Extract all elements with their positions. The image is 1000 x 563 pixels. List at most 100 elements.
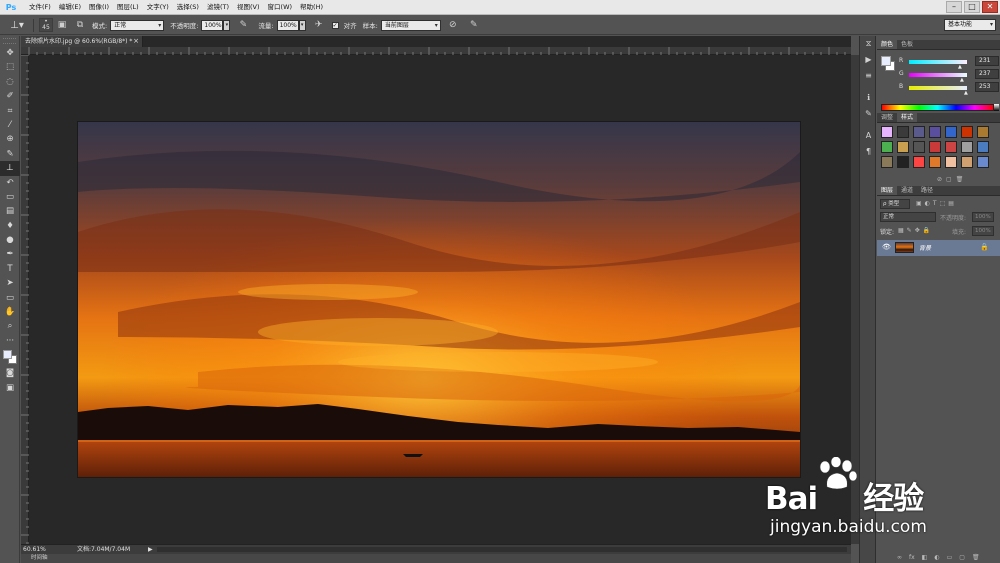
add-mask-icon[interactable]: ◧ bbox=[922, 554, 928, 561]
blue-slider[interactable] bbox=[909, 86, 967, 90]
quick-select-tool-icon[interactable]: ✐ bbox=[0, 89, 20, 103]
clone-stamp-preset-icon[interactable]: ⊥▾ bbox=[6, 18, 28, 33]
menu-view[interactable]: 视图(V) bbox=[233, 0, 264, 15]
tab-adjustments[interactable]: 调整 bbox=[877, 113, 897, 122]
style-swatch[interactable] bbox=[977, 141, 989, 153]
layer-row-background[interactable]: 👁 背景 🔒 bbox=[877, 240, 1000, 256]
blur-tool-icon[interactable]: ♦ bbox=[0, 219, 20, 233]
toolbox-grip[interactable] bbox=[3, 38, 16, 44]
paragraph-panel-icon[interactable]: ¶ bbox=[860, 144, 877, 160]
green-slider[interactable] bbox=[909, 73, 967, 77]
eyedropper-tool-icon[interactable]: ⁄ bbox=[0, 118, 20, 132]
quick-mask-icon[interactable]: ◙ bbox=[0, 366, 20, 380]
color-spectrum-bar[interactable] bbox=[881, 104, 994, 111]
info-panel-icon[interactable]: ℹ bbox=[860, 90, 877, 106]
timeline-label[interactable]: 时间轴 bbox=[31, 555, 48, 561]
shape-tool-icon[interactable]: ▭ bbox=[0, 291, 20, 305]
style-swatch[interactable] bbox=[897, 141, 909, 153]
style-swatch[interactable] bbox=[929, 141, 941, 153]
pressure-size-icon[interactable]: ✎ bbox=[468, 19, 480, 31]
style-swatch[interactable] bbox=[881, 156, 893, 168]
style-swatch[interactable] bbox=[961, 126, 973, 138]
brush-size-picker[interactable]: • 45 bbox=[39, 18, 53, 32]
properties-panel-icon[interactable]: ≡ bbox=[860, 68, 877, 84]
spectrum-black-white[interactable] bbox=[994, 104, 999, 111]
workspace-dropdown[interactable]: 基本功能 bbox=[944, 19, 996, 31]
crop-tool-icon[interactable]: ⌗ bbox=[0, 104, 20, 118]
hand-tool-icon[interactable]: ✋ bbox=[0, 305, 20, 319]
close-tab-icon[interactable]: × bbox=[133, 36, 139, 47]
history-panel-icon[interactable]: ⧖ bbox=[860, 36, 877, 52]
menu-type[interactable]: 文字(Y) bbox=[143, 0, 173, 15]
tab-styles[interactable]: 样式 bbox=[897, 113, 918, 122]
actions-panel-icon[interactable]: ▶ bbox=[860, 52, 877, 68]
tab-swatches[interactable]: 色板 bbox=[897, 40, 917, 49]
style-swatch[interactable] bbox=[929, 156, 941, 168]
delete-style-icon[interactable]: 🗑 bbox=[956, 176, 964, 183]
zoom-tool-icon[interactable]: ⌕ bbox=[0, 319, 20, 333]
new-layer-icon[interactable]: ▢ bbox=[959, 554, 965, 561]
new-style-icon[interactable]: ▢ bbox=[946, 176, 952, 183]
style-swatch[interactable] bbox=[945, 126, 957, 138]
style-swatch[interactable] bbox=[913, 126, 925, 138]
menu-layer[interactable]: 图层(L) bbox=[113, 0, 143, 15]
link-layers-icon[interactable]: ∞ bbox=[897, 554, 902, 561]
style-swatch[interactable] bbox=[961, 156, 973, 168]
style-swatch[interactable] bbox=[913, 141, 925, 153]
delete-layer-icon[interactable]: 🗑 bbox=[972, 554, 980, 561]
menu-file[interactable]: 文件(F) bbox=[25, 0, 55, 15]
menu-filter[interactable]: 滤镜(T) bbox=[203, 0, 233, 15]
color-panel-foreground-swatch[interactable] bbox=[881, 56, 891, 66]
fill-field[interactable]: 100% bbox=[972, 226, 994, 236]
blue-value-field[interactable]: 253 bbox=[975, 82, 999, 92]
path-select-tool-icon[interactable]: ➤ bbox=[0, 276, 20, 290]
minimize-button[interactable]: – bbox=[946, 1, 962, 13]
layer-lock-icon[interactable]: 🔒 bbox=[980, 243, 989, 251]
style-swatch[interactable] bbox=[881, 126, 893, 138]
menu-help[interactable]: 帮助(H) bbox=[296, 0, 327, 15]
style-swatch[interactable] bbox=[945, 156, 957, 168]
ignore-adjustment-icon[interactable]: ⊘ bbox=[447, 19, 459, 31]
tool-more-icon[interactable]: ··· bbox=[0, 334, 20, 348]
tab-layers[interactable]: 图层 bbox=[877, 186, 898, 195]
menu-select[interactable]: 选择(S) bbox=[173, 0, 203, 15]
type-tool-icon[interactable]: T bbox=[0, 262, 20, 276]
aligned-checkbox[interactable]: ✓ bbox=[331, 21, 339, 29]
layer-opacity-field[interactable]: 100% bbox=[972, 212, 994, 222]
gradient-tool-icon[interactable]: ▤ bbox=[0, 204, 20, 218]
style-swatch[interactable] bbox=[881, 141, 893, 153]
style-swatch[interactable] bbox=[913, 156, 925, 168]
image-canvas[interactable] bbox=[78, 122, 800, 477]
layer-filter-dropdown[interactable]: ρ 类型 bbox=[880, 199, 910, 209]
document-tab[interactable]: 去除照片水印.jpg @ 60.6%(RGB/8*) * × bbox=[21, 36, 143, 47]
adjustment-layer-icon[interactable]: ◐ bbox=[934, 554, 939, 561]
tab-paths[interactable]: 路径 bbox=[917, 186, 937, 195]
character-panel-icon[interactable]: A bbox=[860, 128, 877, 144]
move-tool-icon[interactable]: ✥ bbox=[0, 46, 20, 60]
foreground-color-swatch[interactable] bbox=[3, 350, 12, 360]
flow-field[interactable]: 100% bbox=[276, 19, 299, 31]
green-value-field[interactable]: 237 bbox=[975, 69, 999, 79]
layer-style-icon[interactable]: fx bbox=[909, 554, 915, 561]
flow-slider-button[interactable]: ▾ bbox=[298, 19, 306, 31]
status-menu-arrow-icon[interactable]: ▶ bbox=[148, 545, 153, 554]
lasso-tool-icon[interactable]: ◌ bbox=[0, 75, 20, 89]
visibility-eye-icon[interactable]: 👁 bbox=[882, 243, 891, 251]
style-swatch[interactable] bbox=[929, 126, 941, 138]
style-swatch[interactable] bbox=[897, 126, 909, 138]
layer-name[interactable]: 背景 bbox=[919, 243, 931, 252]
new-group-icon[interactable]: ▭ bbox=[947, 554, 953, 561]
style-swatch[interactable] bbox=[961, 141, 973, 153]
horizontal-scrollbar[interactable] bbox=[157, 547, 847, 552]
healing-tool-icon[interactable]: ⊕ bbox=[0, 132, 20, 146]
airbrush-icon[interactable]: ✈ bbox=[313, 19, 325, 31]
dodge-tool-icon[interactable]: ● bbox=[0, 233, 20, 247]
opacity-field[interactable]: 100% bbox=[201, 19, 224, 31]
blue-slider-knob[interactable]: ▲ bbox=[964, 90, 968, 96]
sample-dropdown[interactable]: 当前图层 bbox=[380, 19, 441, 31]
clone-stamp-tool-icon[interactable]: ⊥ bbox=[0, 161, 20, 176]
layer-filter-icons[interactable]: ▣◐T⬚▤ bbox=[916, 200, 957, 207]
zoom-level[interactable]: 60.61% bbox=[23, 545, 46, 554]
history-brush-tool-icon[interactable]: ↶ bbox=[0, 176, 20, 190]
eraser-tool-icon[interactable]: ▭ bbox=[0, 190, 20, 204]
